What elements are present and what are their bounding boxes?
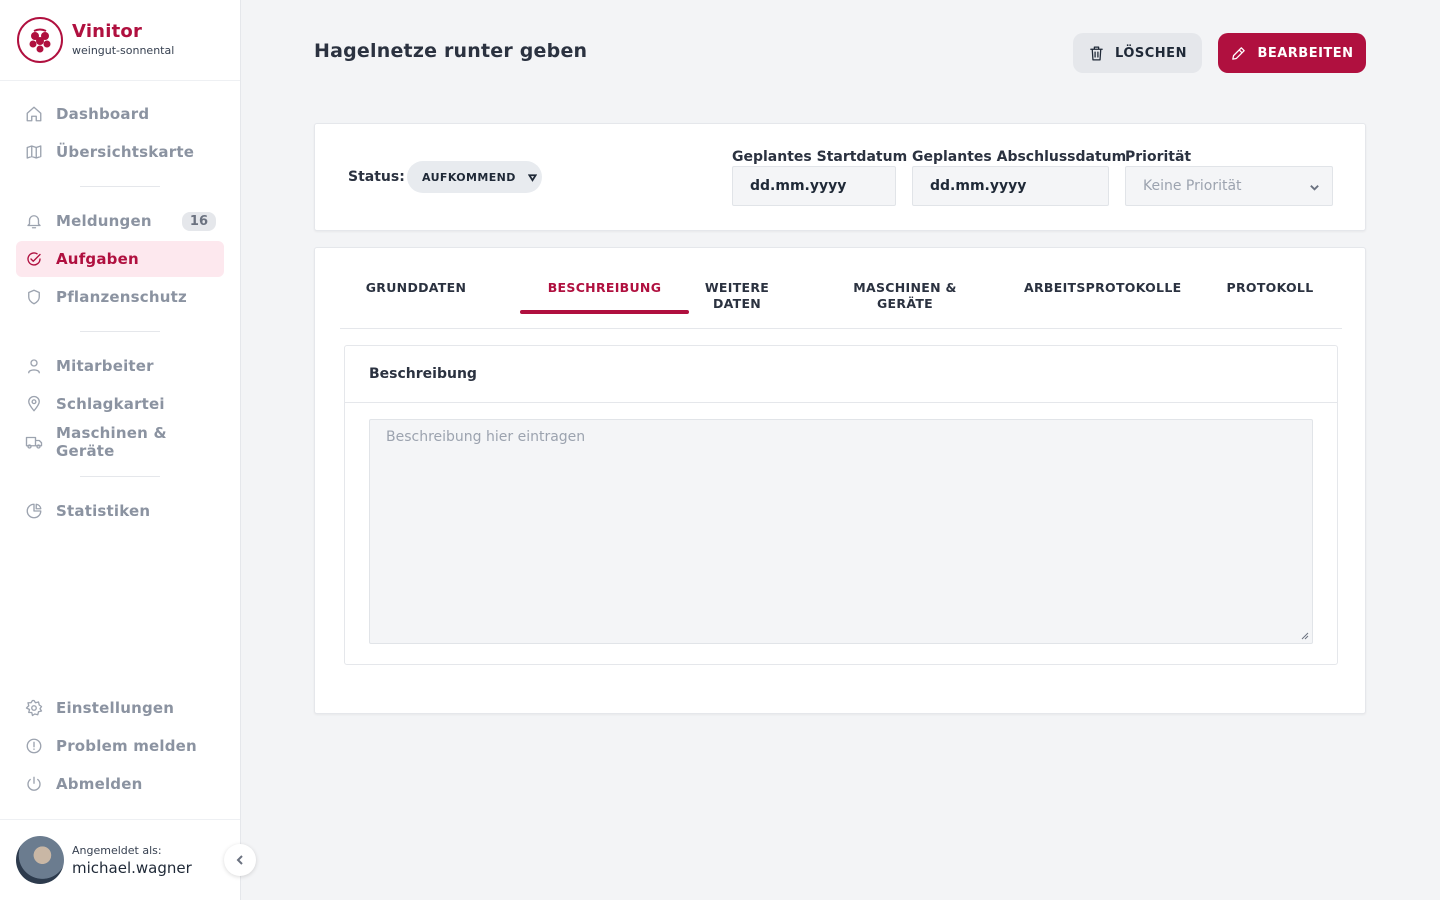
power-icon: [25, 775, 43, 793]
sidebar-item-uebersichtskarte[interactable]: Übersichtskarte: [16, 134, 224, 170]
gear-icon: [25, 699, 43, 717]
brand-subtitle: weingut-sonnental: [72, 44, 175, 57]
status-label: Status:: [348, 169, 405, 185]
sidebar-item-label: Mitarbeiter: [56, 357, 154, 375]
description-textarea[interactable]: Beschreibung hier eintragen: [369, 419, 1313, 644]
tab-bar: GRUNDDATEN BESCHREIBUNG WEITERE DATEN MA…: [340, 248, 1342, 329]
end-date-value: dd.mm.yyyy: [930, 178, 1027, 194]
page-title: Hagelnetze runter geben: [314, 40, 588, 62]
user-name: michael.wagner: [72, 858, 192, 877]
alert-circle-icon: [25, 737, 43, 755]
edit-button[interactable]: BEARBEITEN: [1218, 33, 1366, 73]
sidebar-item-meldungen[interactable]: Meldungen 16: [16, 203, 224, 239]
chevron-left-icon: [236, 855, 243, 865]
chevron-down-icon: [1310, 185, 1319, 191]
description-placeholder: Beschreibung hier eintragen: [386, 429, 586, 445]
user-label: Angemeldet als:: [72, 843, 162, 857]
collapse-sidebar-button[interactable]: [224, 844, 256, 876]
sidebar-item-label: Abmelden: [56, 775, 143, 793]
sidebar-item-label: Einstellungen: [56, 699, 175, 717]
pie-chart-icon: [25, 502, 43, 520]
resize-handle-icon[interactable]: [1301, 632, 1309, 640]
home-icon: [25, 105, 43, 123]
brand[interactable]: Vinitor weingut-sonnental: [0, 0, 240, 81]
brand-name: Vinitor: [72, 21, 143, 42]
status-dropdown[interactable]: AUFKOMMEND: [407, 161, 542, 193]
sidebar-item-maschinen[interactable]: Maschinen & Geräte: [16, 424, 224, 460]
tab-grunddaten[interactable]: GRUNDDATEN: [356, 280, 476, 296]
sidebar-nav: Dashboard Übersichtskarte Meldungen 16 A…: [16, 96, 224, 531]
tab-maschinen-geraete[interactable]: MASCHINEN & GERÄTE: [850, 280, 960, 312]
sidebar-item-label: Meldungen: [56, 212, 152, 230]
map-icon: [25, 143, 43, 161]
tab-beschreibung[interactable]: BESCHREIBUNG: [520, 280, 689, 296]
active-tab-indicator: [520, 310, 689, 314]
delete-button-label: LÖSCHEN: [1115, 45, 1187, 61]
tab-arbeitsprotokolle[interactable]: ARBEITSPROTOKOLLE: [1024, 280, 1181, 296]
user-icon: [25, 357, 43, 375]
divider: [80, 331, 160, 332]
priority-label: Priorität: [1125, 149, 1192, 165]
sidebar-item-schlagkartei[interactable]: Schlagkartei: [16, 386, 224, 422]
sidebar-item-label: Schlagkartei: [56, 395, 165, 413]
status-card: Status: AUFKOMMEND Geplantes Startdatum …: [314, 123, 1366, 231]
sidebar-item-statistiken[interactable]: Statistiken: [16, 493, 224, 529]
sidebar-item-abmelden[interactable]: Abmelden: [16, 766, 224, 802]
bell-icon: [25, 212, 43, 230]
map-pin-icon: [25, 395, 43, 413]
tab-protokoll[interactable]: PROTOKOLL: [1220, 280, 1320, 296]
start-date-field[interactable]: dd.mm.yyyy: [732, 166, 896, 206]
start-date-value: dd.mm.yyyy: [750, 178, 847, 194]
avatar: [16, 836, 64, 884]
notification-count-badge: 16: [181, 211, 216, 231]
sidebar-item-dashboard[interactable]: Dashboard: [16, 96, 224, 132]
user-area[interactable]: Angemeldet als: michael.wagner: [0, 819, 240, 900]
sidebar-item-label: Aufgaben: [56, 250, 139, 268]
sidebar-item-pflanzenschutz[interactable]: Pflanzenschutz: [16, 279, 224, 315]
priority-value: Keine Priorität: [1143, 178, 1242, 194]
end-date-field[interactable]: dd.mm.yyyy: [912, 166, 1109, 206]
sidebar-item-label: Pflanzenschutz: [56, 288, 187, 306]
sidebar: Vinitor weingut-sonnental Dashboard Über…: [0, 0, 241, 900]
end-date-label: Geplantes Abschlussdatum: [912, 149, 1127, 165]
edit-button-label: BEARBEITEN: [1257, 45, 1354, 61]
shield-icon: [25, 288, 43, 306]
priority-select[interactable]: Keine Priorität: [1125, 166, 1333, 206]
sidebar-item-problem-melden[interactable]: Problem melden: [16, 728, 224, 764]
sidebar-item-label: Statistiken: [56, 502, 151, 520]
pencil-icon: [1232, 46, 1246, 60]
status-value: AUFKOMMEND: [422, 170, 516, 184]
description-heading: Beschreibung: [345, 346, 1337, 403]
sidebar-item-label: Problem melden: [56, 737, 197, 755]
trash-icon: [1090, 45, 1103, 61]
sidebar-item-label: Maschinen & Geräte: [56, 424, 167, 460]
sidebar-bottom-nav: Einstellungen Problem melden Abmelden: [16, 690, 224, 804]
grape-logo-icon: [17, 17, 63, 63]
description-panel: Beschreibung Beschreibung hier eintragen: [344, 345, 1338, 665]
sidebar-item-aufgaben[interactable]: Aufgaben: [16, 241, 224, 277]
triangle-down-icon: [527, 173, 537, 182]
truck-icon: [25, 433, 43, 451]
divider: [80, 476, 160, 477]
divider: [80, 186, 160, 187]
delete-button[interactable]: LÖSCHEN: [1073, 33, 1202, 73]
check-circle-icon: [25, 250, 43, 268]
sidebar-item-label: Dashboard: [56, 105, 150, 123]
sidebar-item-mitarbeiter[interactable]: Mitarbeiter: [16, 348, 224, 384]
sidebar-item-label: Übersichtskarte: [56, 143, 195, 161]
sidebar-item-einstellungen[interactable]: Einstellungen: [16, 690, 224, 726]
tab-weitere-daten[interactable]: WEITERE DATEN: [692, 280, 782, 312]
start-date-label: Geplantes Startdatum: [732, 149, 908, 165]
tabs-card: GRUNDDATEN BESCHREIBUNG WEITERE DATEN MA…: [314, 247, 1366, 714]
